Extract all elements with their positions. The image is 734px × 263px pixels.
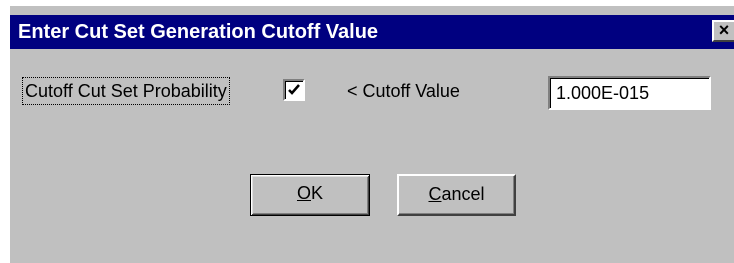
cutoff-value-label: < Cutoff Value (347, 81, 460, 101)
ok-label-rest: K (311, 183, 324, 203)
cancel-label-rest: ancel (441, 184, 485, 204)
cutoff-probability-checkbox[interactable] (283, 79, 305, 101)
close-icon[interactable]: × (712, 20, 734, 42)
dialog-title: Enter Cut Set Generation Cutoff Value (18, 21, 379, 43)
cutoff-value-input[interactable] (548, 76, 711, 110)
close-glyph: × (718, 20, 730, 40)
title-bar[interactable]: Enter Cut Set Generation Cutoff Value × (10, 15, 734, 49)
cutoff-probability-label[interactable]: Cutoff Cut Set Probability (22, 77, 230, 105)
ok-button[interactable]: OK (250, 174, 370, 216)
checkmark-icon (288, 84, 300, 95)
cutoff-dialog: Enter Cut Set Generation Cutoff Value × … (10, 6, 734, 263)
cancel-button[interactable]: Cancel (397, 174, 516, 216)
cutoff-probability-label-text: Cutoff Cut Set Probability (25, 81, 227, 101)
ok-mnemonic: O (296, 183, 311, 203)
cancel-mnemonic: C (428, 184, 442, 204)
